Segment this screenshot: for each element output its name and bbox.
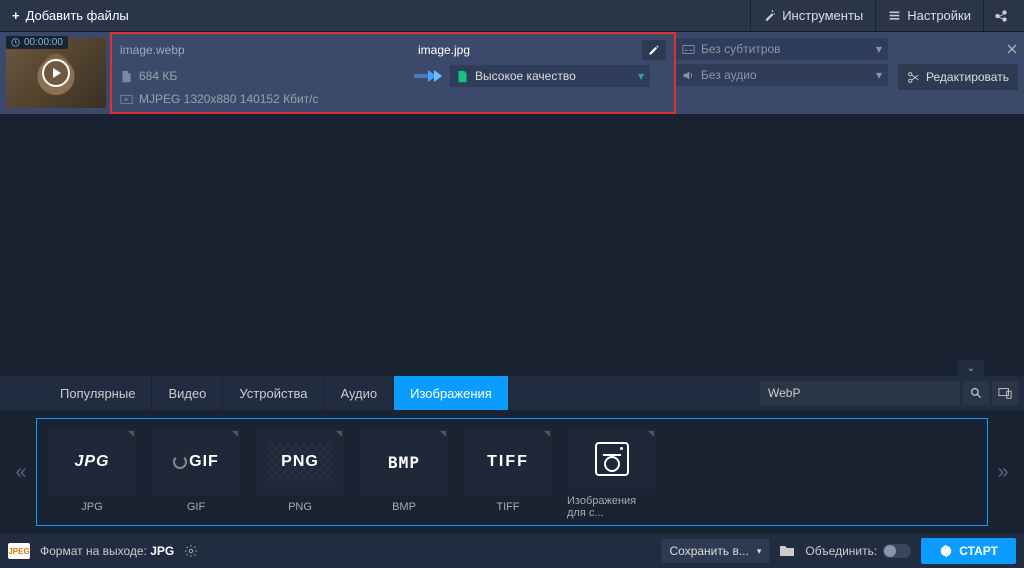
audio-dropdown[interactable]: Без аудио ▾ — [676, 64, 888, 86]
close-icon — [1006, 43, 1018, 55]
rename-button[interactable] — [642, 40, 666, 60]
edit-button[interactable]: Редактировать — [898, 64, 1018, 90]
wand-icon — [763, 9, 776, 22]
file-info-panel: image.webp image.jpg 684 КБ Высокое каче… — [110, 32, 676, 114]
file-thumbnail[interactable]: 00:00:00 — [0, 32, 110, 114]
format-tiff[interactable]: TIFF TIFF — [463, 429, 553, 519]
device-icon — [998, 386, 1012, 400]
speaker-icon — [682, 69, 695, 82]
source-filename: image.webp — [120, 43, 410, 57]
format-jpg[interactable]: JPG JPG — [47, 429, 137, 519]
instagram-icon — [595, 442, 629, 476]
caret-down-icon: ▾ — [757, 546, 762, 557]
menu-icon — [888, 9, 901, 22]
chevron-right-icon: » — [997, 461, 1008, 484]
remove-file-button[interactable] — [1006, 38, 1018, 60]
output-format-badge: JPEG — [8, 543, 30, 559]
add-files-button[interactable]: + Добавить файлы — [0, 0, 141, 31]
share-button[interactable] — [983, 0, 1024, 31]
scroll-left-button[interactable]: « — [6, 461, 36, 484]
quality-label: Высокое качество — [475, 69, 576, 83]
tools-button[interactable]: Инструменты — [750, 0, 875, 31]
chevron-left-icon: « — [15, 461, 26, 484]
duration-badge: 00:00:00 — [6, 36, 68, 49]
share-icon — [994, 9, 1008, 23]
start-button[interactable]: СТАРТ — [921, 538, 1016, 564]
subtitles-label: Без субтитров — [701, 42, 781, 56]
folder-icon — [779, 544, 795, 558]
preset-button[interactable] — [992, 381, 1018, 405]
output-format-label: Формат на выходе: JPG — [40, 544, 174, 558]
video-icon — [120, 93, 133, 106]
pencil-icon — [648, 44, 660, 56]
format-search-input[interactable] — [760, 381, 960, 405]
clock-icon — [11, 38, 20, 47]
format-bmp[interactable]: BMP BMP — [359, 429, 449, 519]
open-folder-button[interactable] — [779, 544, 795, 558]
file-icon — [120, 70, 133, 83]
subtitles-dropdown[interactable]: Без субтитров ▾ — [676, 38, 888, 60]
settings-label: Настройки — [907, 8, 971, 23]
chevron-down-icon: ⌄ — [967, 363, 975, 374]
edit-label: Редактировать — [926, 70, 1009, 84]
file-size: 684 КБ — [139, 69, 177, 83]
merge-label: Объединить: — [805, 544, 877, 558]
tab-devices[interactable]: Устройства — [223, 376, 324, 410]
tab-video[interactable]: Видео — [152, 376, 223, 410]
tools-label: Инструменты — [782, 8, 863, 23]
scroll-right-button[interactable]: » — [988, 461, 1018, 484]
save-to-dropdown[interactable]: Сохранить в... ▾ — [661, 539, 769, 563]
scissors-icon — [907, 71, 920, 84]
convert-icon — [939, 544, 953, 558]
quality-dropdown[interactable]: Высокое качество ▾ — [450, 65, 650, 87]
format-png[interactable]: PNG PNG — [255, 429, 345, 519]
caret-down-icon: ▾ — [638, 69, 644, 83]
tab-audio[interactable]: Аудио — [324, 376, 394, 410]
format-social[interactable]: Изображения для с... — [567, 429, 657, 519]
caret-down-icon: ▾ — [876, 68, 882, 82]
gear-icon — [184, 544, 198, 558]
format-gif[interactable]: GIF GIF — [151, 429, 241, 519]
tab-images[interactable]: Изображения — [394, 376, 509, 410]
codec-info: MJPEG 1320x880 140152 Кбит/с — [139, 92, 319, 106]
arrow-icon — [414, 70, 442, 82]
add-files-label: Добавить файлы — [26, 8, 129, 23]
play-icon — [42, 59, 70, 87]
output-filename: image.jpg — [418, 43, 470, 57]
audio-label: Без аудио — [701, 68, 757, 82]
search-icon — [970, 387, 983, 400]
document-icon — [456, 70, 469, 83]
tab-popular[interactable]: Популярные — [44, 376, 152, 410]
format-settings-button[interactable] — [184, 544, 198, 558]
subtitle-icon — [682, 43, 695, 56]
collapse-panel-button[interactable]: ⌄ — [958, 360, 984, 376]
merge-toggle[interactable] — [883, 544, 911, 558]
settings-button[interactable]: Настройки — [875, 0, 983, 31]
plus-icon: + — [12, 8, 20, 23]
search-button[interactable] — [963, 381, 989, 405]
caret-down-icon: ▾ — [876, 42, 882, 56]
